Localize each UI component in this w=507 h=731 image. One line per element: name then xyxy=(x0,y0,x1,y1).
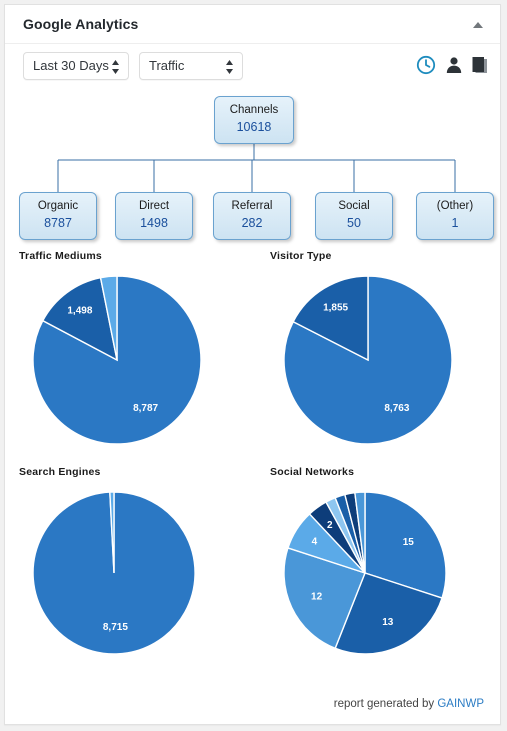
pie-slice-label: 12 xyxy=(311,591,323,602)
tree-node-value: 1498 xyxy=(140,216,168,230)
pie-traffic-mediums[interactable]: 8,787 1,498 xyxy=(19,264,215,460)
tree-node-other[interactable]: (Other) 1 xyxy=(416,192,494,240)
report-credit: report generated by GAINWP xyxy=(334,698,484,710)
tree-node-social[interactable]: Social 50 xyxy=(315,192,393,240)
channel-tree: Channels 10618 Organic 8787 Direct 1498 … xyxy=(5,90,500,250)
chart-title: Social Networks xyxy=(270,466,355,478)
pie-slice-label: 1,498 xyxy=(67,306,92,317)
tree-node-value: 8787 xyxy=(44,216,72,230)
tree-node-direct[interactable]: Direct 1498 xyxy=(115,192,193,240)
report-scope-value: Traffic xyxy=(149,58,185,73)
pie-search-engines[interactable]: 8,715 xyxy=(19,480,209,670)
page-title: Google Analytics xyxy=(23,16,139,32)
tree-node-label: Organic xyxy=(37,200,79,212)
pages-icon[interactable] xyxy=(469,54,491,76)
chevron-updown-icon xyxy=(111,60,120,74)
pie-slice-label: 1,855 xyxy=(323,303,348,314)
chart-title: Traffic Mediums xyxy=(19,250,102,262)
user-icon[interactable] xyxy=(443,54,465,76)
tree-node-label: Referral xyxy=(231,200,273,212)
tree-node-organic[interactable]: Organic 8787 xyxy=(19,192,97,240)
gainwp-link[interactable]: GAINWP xyxy=(437,698,484,710)
toolbar: Last 30 Days Traffic xyxy=(5,44,500,90)
clock-icon[interactable] xyxy=(415,54,437,76)
pie-social-networks[interactable]: 15 13 12 4 2 xyxy=(270,480,460,670)
date-range-select[interactable]: Last 30 Days xyxy=(23,52,129,80)
pie-slice-label: 2 xyxy=(327,520,333,531)
chart-title: Visitor Type xyxy=(270,250,332,262)
pie-slice-label: 4 xyxy=(312,536,318,547)
pie-visitor-type[interactable]: 8,763 1,855 xyxy=(270,264,466,460)
panel-footer: report generated by GAINWP xyxy=(5,690,500,724)
chevron-up-icon[interactable] xyxy=(470,18,486,32)
chevron-updown-icon xyxy=(225,60,234,74)
tree-node-label: Social xyxy=(338,200,370,212)
pie-slice-label: 15 xyxy=(403,537,415,548)
pie-slice-label: 13 xyxy=(382,617,394,628)
tree-node-label: Channels xyxy=(229,104,279,116)
tree-node-value: 10618 xyxy=(236,120,272,134)
chart-social-networks: Social Networks 15 13 12 4 2 xyxy=(270,466,500,666)
pie-slice-label: 8,715 xyxy=(103,622,128,633)
tree-node-value: 1 xyxy=(451,216,459,230)
pie-slice-label: 8,787 xyxy=(133,403,158,414)
panel-header: Google Analytics xyxy=(5,5,500,44)
tree-node-value: 50 xyxy=(347,216,361,230)
chart-traffic-mediums: Traffic Mediums 8,787 1,498 xyxy=(19,250,249,460)
tree-node-label: (Other) xyxy=(436,200,474,212)
tree-node-referral[interactable]: Referral 282 xyxy=(213,192,291,240)
chart-title: Search Engines xyxy=(19,466,101,478)
date-range-value: Last 30 Days xyxy=(33,58,109,73)
tree-node-value: 282 xyxy=(241,216,263,230)
tree-node-root[interactable]: Channels 10618 xyxy=(214,96,294,144)
chart-visitor-type: Visitor Type 8,763 1,855 xyxy=(270,250,500,460)
pie-slice-label: 8,763 xyxy=(384,403,409,414)
tree-node-label: Direct xyxy=(138,200,170,212)
report-credit-text: report generated by xyxy=(333,698,438,710)
chart-search-engines: Search Engines 8,715 xyxy=(19,466,249,666)
report-scope-select[interactable]: Traffic xyxy=(139,52,243,80)
google-analytics-panel: Google Analytics Last 30 Days Traffic Ch… xyxy=(4,4,501,725)
